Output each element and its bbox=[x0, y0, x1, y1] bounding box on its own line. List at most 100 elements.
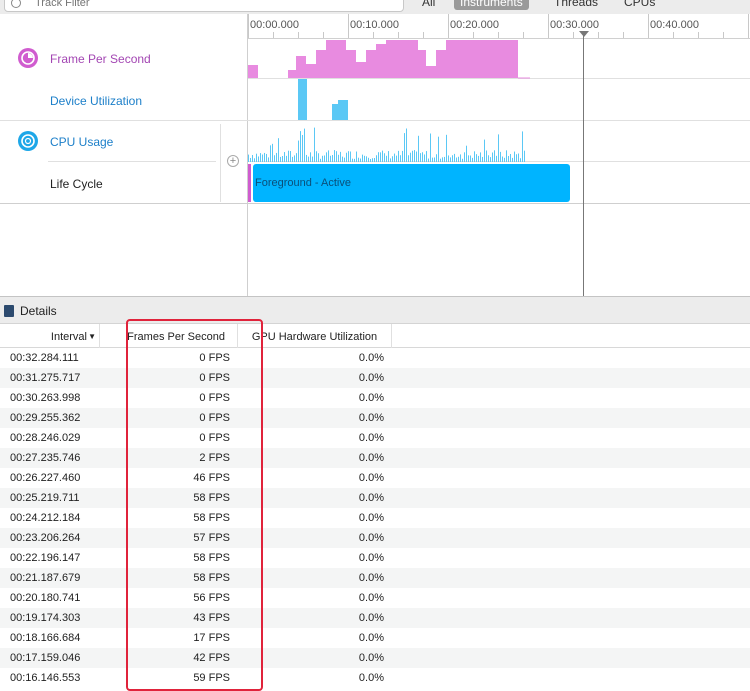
table-row[interactable]: 00:20.180.741 56 FPS 0.0% bbox=[0, 588, 750, 608]
table-row[interactable]: 00:18.166.684 17 FPS 0.0% bbox=[0, 628, 750, 648]
cpu-spike bbox=[336, 151, 337, 162]
track-filter-box[interactable] bbox=[4, 0, 404, 12]
cell-fps: 0 FPS bbox=[199, 412, 230, 424]
lifecycle-launch-marker bbox=[248, 164, 251, 202]
cpu-spike bbox=[308, 156, 309, 162]
table-row[interactable]: 00:24.212.184 58 FPS 0.0% bbox=[0, 508, 750, 528]
cpu-spike bbox=[420, 153, 421, 162]
cpu-spike bbox=[314, 127, 315, 162]
cpu-spike bbox=[346, 152, 347, 162]
cpu-spike bbox=[438, 136, 439, 162]
playhead[interactable] bbox=[583, 32, 584, 296]
track-label-life-cycle[interactable]: Life Cycle bbox=[50, 177, 103, 191]
cpu-spike bbox=[424, 154, 425, 162]
cpu-spike bbox=[500, 151, 501, 162]
cpu-spike bbox=[360, 158, 361, 162]
table-row[interactable]: 00:16.146.553 59 FPS 0.0% bbox=[0, 668, 750, 688]
cpu-spike bbox=[286, 155, 287, 162]
cell-fps: 58 FPS bbox=[193, 572, 230, 584]
cpu-spike bbox=[342, 156, 343, 162]
track-label-device-utilization[interactable]: Device Utilization bbox=[50, 94, 142, 108]
cpu-spike bbox=[338, 154, 339, 162]
table-row[interactable]: 00:26.227.460 46 FPS 0.0% bbox=[0, 468, 750, 488]
cpu-spike bbox=[432, 157, 433, 162]
track-group-divider bbox=[220, 124, 221, 202]
table-row[interactable]: 00:17.159.046 42 FPS 0.0% bbox=[0, 648, 750, 668]
cpu-spike bbox=[448, 155, 449, 162]
table-row[interactable]: 00:19.174.303 43 FPS 0.0% bbox=[0, 608, 750, 628]
cpu-spike bbox=[476, 154, 477, 162]
cpu-instrument-icon bbox=[18, 131, 38, 151]
cpu-spike bbox=[510, 153, 511, 162]
table-row[interactable]: 00:21.187.679 58 FPS 0.0% bbox=[0, 568, 750, 588]
details-title[interactable]: Details bbox=[20, 304, 57, 318]
add-track-icon[interactable]: + bbox=[227, 155, 239, 167]
cpu-spike bbox=[482, 156, 483, 162]
ruler-tick bbox=[723, 32, 724, 38]
tab-threads[interactable]: Threads bbox=[548, 0, 604, 10]
cpu-spike bbox=[348, 151, 349, 162]
cpu-spike bbox=[458, 156, 459, 162]
cpu-spike bbox=[400, 155, 401, 162]
tab-all[interactable]: All bbox=[416, 0, 441, 10]
cpu-spike bbox=[404, 133, 405, 162]
ruler-label: 00:40.000 bbox=[650, 19, 699, 31]
track-filter-input[interactable] bbox=[35, 0, 335, 9]
ruler-tick bbox=[698, 32, 699, 38]
playhead-handle[interactable] bbox=[579, 31, 589, 37]
track-label-cpu-usage[interactable]: CPU Usage bbox=[50, 135, 113, 149]
table-row[interactable]: 00:31.275.717 0 FPS 0.0% bbox=[0, 368, 750, 388]
fps-track-graph[interactable] bbox=[248, 34, 548, 80]
cpu-spike bbox=[362, 154, 363, 162]
cell-interval: 00:29.255.362 bbox=[10, 412, 81, 424]
cell-interval: 00:24.212.184 bbox=[10, 512, 81, 524]
table-row[interactable]: 00:23.206.264 57 FPS 0.0% bbox=[0, 528, 750, 548]
cell-interval: 00:20.180.741 bbox=[10, 592, 81, 604]
cpu-spike bbox=[366, 156, 367, 162]
cpu-spike bbox=[296, 153, 297, 162]
table-row[interactable]: 00:28.246.029 0 FPS 0.0% bbox=[0, 428, 750, 448]
cell-fps: 58 FPS bbox=[193, 492, 230, 504]
track-label-fps[interactable]: Frame Per Second bbox=[50, 52, 151, 66]
table-header: Interval ▼ Frames Per Second GPU Hardwar… bbox=[0, 324, 750, 348]
cpu-usage-graph[interactable] bbox=[248, 120, 548, 162]
cpu-spike bbox=[328, 150, 329, 162]
table-row[interactable]: 00:25.219.711 58 FPS 0.0% bbox=[0, 488, 750, 508]
cpu-spike bbox=[442, 157, 443, 162]
cpu-spike bbox=[468, 155, 469, 162]
column-header-fps[interactable]: Frames Per Second bbox=[100, 324, 238, 348]
cell-gpu: 0.0% bbox=[358, 532, 384, 544]
cpu-spike bbox=[416, 151, 417, 162]
cell-gpu: 0.0% bbox=[358, 572, 384, 584]
cpu-spike bbox=[410, 152, 411, 162]
table-row[interactable]: 00:32.284.111 0 FPS 0.0% bbox=[0, 348, 750, 368]
cpu-spike bbox=[518, 153, 519, 162]
cpu-spike bbox=[512, 157, 513, 162]
cell-interval: 00:21.187.679 bbox=[10, 572, 81, 584]
table-row[interactable]: 00:22.196.147 58 FPS 0.0% bbox=[0, 548, 750, 568]
cell-gpu: 0.0% bbox=[358, 512, 384, 524]
cpu-spike bbox=[352, 158, 353, 162]
column-header-interval[interactable]: Interval ▼ bbox=[0, 324, 100, 348]
cpu-spike bbox=[466, 145, 467, 162]
cell-gpu: 0.0% bbox=[358, 632, 384, 644]
cell-gpu: 0.0% bbox=[358, 392, 384, 404]
lifecycle-foreground-active[interactable]: Foreground - Active bbox=[253, 164, 570, 202]
column-header-gpu[interactable]: GPU Hardware Utilization bbox=[238, 324, 392, 348]
tab-cpus[interactable]: CPUs bbox=[618, 0, 661, 10]
cpu-spike bbox=[358, 157, 359, 162]
cpu-spike bbox=[460, 154, 461, 162]
tab-instruments[interactable]: Instruments bbox=[454, 0, 529, 10]
cell-gpu: 0.0% bbox=[358, 552, 384, 564]
details-table-body: 00:32.284.111 0 FPS 0.0% 00:31.275.717 0 FPS… bbox=[0, 348, 750, 688]
table-row[interactable]: 00:27.235.746 2 FPS 0.0% bbox=[0, 448, 750, 468]
cpu-spike bbox=[502, 156, 503, 162]
device-utilization-graph[interactable] bbox=[248, 78, 548, 120]
table-row[interactable]: 00:30.263.998 0 FPS 0.0% bbox=[0, 388, 750, 408]
cell-interval: 00:30.263.998 bbox=[10, 392, 81, 404]
cpu-spike bbox=[402, 150, 403, 162]
cell-gpu: 0.0% bbox=[358, 492, 384, 504]
cell-fps: 0 FPS bbox=[199, 372, 230, 384]
cpu-spike bbox=[306, 154, 307, 162]
table-row[interactable]: 00:29.255.362 0 FPS 0.0% bbox=[0, 408, 750, 428]
